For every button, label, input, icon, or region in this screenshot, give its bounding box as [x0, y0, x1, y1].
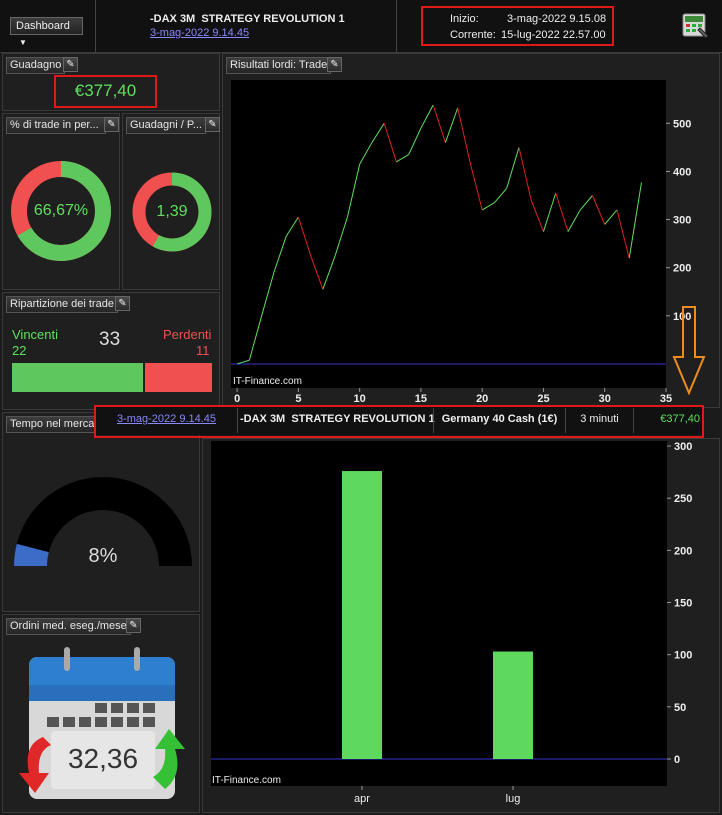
- y-tick-label: 200: [674, 545, 692, 557]
- y-tick-label: 300: [674, 441, 692, 453]
- x-tick-label: 5: [295, 393, 301, 405]
- y-tick-label: 100: [674, 650, 692, 662]
- trade-distribution-panel: Ripartizione dei trade ✎ Vincenti 22 33 …: [2, 292, 220, 410]
- time-in-market-panel: Tempo nel mercato 8%: [2, 412, 200, 612]
- watermark-bar-chart: IT-Finance.com: [212, 775, 281, 786]
- x-tick-label: 10: [354, 393, 366, 405]
- gain-loss-ratio-value: 1,39: [156, 203, 188, 220]
- y-tick-label: 50: [674, 702, 686, 714]
- x-tick-label: 25: [537, 393, 549, 405]
- winners-label: Vincenti: [12, 327, 59, 342]
- x-tick-label: 35: [660, 393, 672, 405]
- y-tick-label: 200: [673, 263, 691, 275]
- win-percentage-value: 66,67%: [33, 202, 89, 219]
- win-percentage-title: % di trade in per...: [6, 117, 106, 134]
- x-tick-label: 30: [599, 393, 611, 405]
- y-tick-label: 150: [674, 598, 692, 610]
- wrench-icon[interactable]: ✎: [115, 296, 130, 311]
- win-percentage-panel: % di trade in per... ✎ 66,67%: [2, 113, 120, 290]
- y-tick-label: 0: [674, 754, 680, 766]
- highlight-box-row: [94, 405, 704, 438]
- wrench-icon[interactable]: ✎: [63, 57, 78, 72]
- x-tick-label: 15: [415, 393, 427, 405]
- orange-down-arrow-icon: [672, 306, 706, 395]
- wrench-icon[interactable]: ✎: [205, 117, 220, 132]
- monthly-bar-chart: 0 50 100 150 200 250 300 apr lug: [211, 441, 692, 805]
- bar-apr: [342, 471, 382, 759]
- strategy-date-link[interactable]: 3-mag-2022 9.14.45: [150, 27, 249, 39]
- header-divider: [95, 0, 96, 52]
- x-tick-label: 0: [234, 393, 240, 405]
- header-divider-2: [396, 0, 397, 52]
- y-tick-label: 400: [673, 166, 691, 178]
- time-in-market-value: 8%: [88, 545, 118, 567]
- gain-value: €377,40: [74, 81, 137, 100]
- chevron-down-icon: ▼: [19, 38, 27, 47]
- x-tick-label: lug: [506, 793, 521, 805]
- x-tick-label: 20: [476, 393, 488, 405]
- calendar-icon: [19, 647, 185, 799]
- dashboard-dropdown[interactable]: Dashboard ▼: [10, 17, 83, 47]
- dashboard-label: Dashboard: [16, 20, 70, 32]
- losers-bar: [145, 363, 212, 392]
- winners-count: 22: [12, 343, 27, 358]
- highlight-box-dates: [421, 6, 614, 46]
- total-trades: 33: [99, 329, 121, 350]
- bar-lug: [493, 651, 533, 759]
- wrench-icon[interactable]: ✎: [104, 117, 119, 132]
- results-line-chart: 100200300400500 0 5 10 15 20 25 30 35: [231, 80, 691, 405]
- y-tick-label: 300: [673, 215, 691, 227]
- trade-distribution-title: Ripartizione dei trade: [6, 296, 118, 313]
- losers-label: Perdenti: [163, 327, 212, 342]
- distribution-bar: [12, 363, 212, 392]
- orders-per-month-panel: Ordini med. eseg./mese ✎ 32,36: [2, 614, 200, 813]
- y-tick-label: 250: [674, 493, 692, 505]
- gain-loss-ratio-title: Guadagni / P...: [126, 117, 206, 134]
- orders-per-month-title: Ordini med. eseg./mese: [6, 618, 131, 635]
- guadagno-title: Guadagno: [6, 57, 66, 74]
- wrench-icon[interactable]: ✎: [126, 618, 141, 633]
- orders-per-month-value: 32,36: [67, 743, 139, 774]
- settings-calculator-icon[interactable]: [682, 12, 710, 40]
- strategy-name: -DAX 3M STRATEGY REVOLUTION 1: [150, 13, 345, 25]
- time-in-market-title: Tempo nel mercato: [6, 416, 102, 433]
- winners-bar: [12, 363, 143, 392]
- guadagno-panel: Guadagno ✎ €377,40: [2, 53, 220, 111]
- x-tick-label: apr: [354, 793, 370, 805]
- watermark-line-chart: IT-Finance.com: [233, 376, 302, 387]
- y-tick-label: 500: [673, 118, 691, 130]
- gain-loss-ratio-panel: Guadagni / P... ✎ 1,39: [122, 113, 220, 290]
- losers-count: 11: [196, 343, 210, 358]
